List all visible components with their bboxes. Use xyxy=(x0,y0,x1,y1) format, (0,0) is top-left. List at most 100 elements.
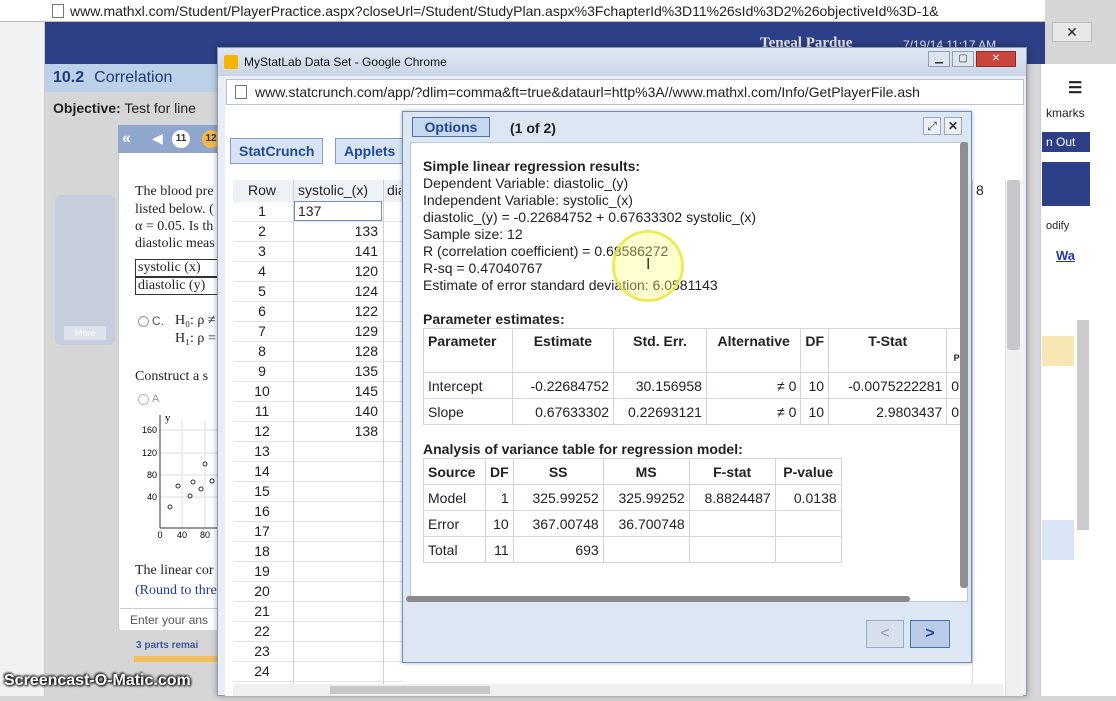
grid-cell[interactable]: 122 xyxy=(294,301,382,321)
row-number: 16 xyxy=(254,503,270,519)
column-separator xyxy=(383,180,384,696)
background-close-tab-icon[interactable]: ✕ xyxy=(1052,22,1092,42)
text-cursor-icon: I xyxy=(646,256,651,273)
table-cell: Error xyxy=(423,510,486,537)
column-header: Parameter xyxy=(423,328,513,373)
row-number: 10 xyxy=(254,383,270,399)
answer-input[interactable]: Enter your ans xyxy=(120,608,220,630)
modify-link[interactable]: odify xyxy=(1046,220,1069,232)
grid-cell[interactable]: 141 xyxy=(294,241,382,261)
row-number: 5 xyxy=(258,283,266,299)
table-cell: -0.22684752 xyxy=(511,372,615,399)
grid-horizontal-scroll-thumb[interactable] xyxy=(330,686,490,694)
section-title-bar: 10.2 Correlation xyxy=(45,64,220,92)
column-header: Alternative xyxy=(705,328,802,373)
grid-vertical-scroll-thumb[interactable] xyxy=(1007,180,1020,350)
anova-table: Source DF SS MS F-stat P-value Model 1 3… xyxy=(423,458,842,563)
table-row: Slope 0.67633302 0.22693121 ≠ 0 10 2.980… xyxy=(423,398,967,425)
first-question-icon[interactable]: « xyxy=(122,130,131,148)
table-cell: 367.00748 xyxy=(512,510,604,537)
grid-cell[interactable]: 128 xyxy=(294,341,382,361)
active-cell[interactable] xyxy=(294,201,382,221)
dialog-close-icon[interactable]: ✕ xyxy=(944,117,962,135)
x-tick-label: 80 xyxy=(200,530,210,540)
hypothesis-h1: H₁: ρ = xyxy=(175,331,216,346)
row-number: 8 xyxy=(258,343,266,359)
row-header-label: Row xyxy=(247,182,276,198)
data-table-diastolic: diastolic (y) xyxy=(135,277,225,295)
row-number: 9 xyxy=(258,363,266,379)
column-header: Source xyxy=(423,458,486,485)
previous-page-button[interactable]: < xyxy=(866,620,904,648)
row-number: 12 xyxy=(254,423,270,439)
grid-cell[interactable]: 135 xyxy=(294,361,382,381)
column-header: DF xyxy=(800,328,830,373)
column-header: MS xyxy=(602,458,690,485)
table-cell: Slope xyxy=(423,398,513,425)
table-cell: 10 xyxy=(800,372,830,399)
right-blue-block xyxy=(1042,520,1074,560)
table-header-row: Parameter Estimate Std. Err. Alternative… xyxy=(423,328,967,373)
question-number-current[interactable]: 11 xyxy=(172,130,190,148)
grid-cell[interactable]: 133 xyxy=(294,221,382,241)
right-logo-block xyxy=(1042,162,1090,206)
grid-cell[interactable]: 124 xyxy=(294,281,382,301)
right-link-wa[interactable]: Wa xyxy=(1056,248,1075,263)
maximize-icon[interactable]: ▢ xyxy=(952,51,974,67)
table-row: Model 1 325.99252 325.99252 8.8824487 0.… xyxy=(423,484,842,511)
table-cell: 11 xyxy=(485,536,514,563)
y-tick-label: 80 xyxy=(147,470,157,480)
column-header: T-Stat xyxy=(828,328,948,373)
close-icon[interactable]: ✕ xyxy=(976,51,1016,67)
data-table-systolic: systolic (x) xyxy=(135,259,225,277)
background-url-text: www.mathxl.com/Student/PlayerPractice.as… xyxy=(70,3,939,19)
column-header: DF xyxy=(485,458,514,485)
column-header-diastolic[interactable]: dia xyxy=(387,182,401,198)
table-cell: 0.0138 xyxy=(774,484,842,511)
popup-url-bar[interactable]: www.statcrunch.com/app/?dlim=comma&ft=tr… xyxy=(226,79,1024,105)
expand-icon[interactable]: ⤢ xyxy=(923,117,941,135)
options-button[interactable]: Options xyxy=(412,117,490,137)
grid-cell[interactable]: 138 xyxy=(294,421,382,441)
table-cell: Intercept xyxy=(423,372,513,399)
applets-menu-button[interactable]: Applets xyxy=(335,138,405,164)
section-title: Correlation xyxy=(94,69,173,86)
sign-out-button[interactable]: n Out xyxy=(1042,132,1090,152)
grid-cell[interactable]: 129 xyxy=(294,321,382,341)
results-vertical-scrollbar[interactable] xyxy=(960,142,968,588)
column-header: SS xyxy=(512,458,604,485)
results-horizontal-scrollbar[interactable] xyxy=(406,596,910,602)
grid-cell[interactable]: 120 xyxy=(294,261,382,281)
column-header: Estimate xyxy=(511,328,615,373)
objective-label: Objective: xyxy=(53,100,121,116)
right-column-header[interactable]: 8 xyxy=(976,182,984,198)
column-header-systolic[interactable]: systolic_(x) xyxy=(298,182,368,198)
tools-more-button[interactable]: More xyxy=(64,326,106,340)
page-indicator: (1 of 2) xyxy=(510,120,556,136)
browser-menu-icon[interactable]: ☰ xyxy=(1068,78,1082,98)
page-icon xyxy=(235,85,247,99)
previous-question-icon[interactable]: ◀ xyxy=(152,130,163,147)
grid-cell[interactable]: 145 xyxy=(294,381,382,401)
minimize-icon[interactable]: ▁ xyxy=(928,51,950,67)
row-number: 21 xyxy=(254,603,270,619)
table-cell: 10 xyxy=(485,510,514,537)
next-page-button[interactable]: > xyxy=(910,620,950,648)
table-row: Intercept -0.22684752 30.156958 ≠ 0 10 -… xyxy=(423,372,967,399)
option-c-radio[interactable] xyxy=(138,316,149,327)
grid-cell[interactable]: 140 xyxy=(294,401,382,421)
row-number: 7 xyxy=(258,323,266,339)
popup-title-bar[interactable]: MyStatLab Data Set - Google Chrome xyxy=(218,48,1026,76)
y-axis-label: y xyxy=(165,412,171,424)
linear-correlation-text: The linear cor xyxy=(135,563,214,578)
bookmarks-text: kmarks xyxy=(1046,106,1085,120)
column-header: F-stat xyxy=(688,458,776,485)
table-cell: 36.700748 xyxy=(602,510,690,537)
y-tick-label: 40 xyxy=(147,492,157,502)
parts-remaining-text: 3 parts remai xyxy=(136,640,199,651)
background-url-bar[interactable]: www.mathxl.com/Student/PlayerPractice.as… xyxy=(0,0,1045,22)
background-page-icon xyxy=(52,4,64,18)
option-a-radio[interactable] xyxy=(138,394,149,405)
statcrunch-menu-button[interactable]: StatCrunch xyxy=(230,138,324,164)
right-scrollbar[interactable] xyxy=(1077,320,1089,530)
